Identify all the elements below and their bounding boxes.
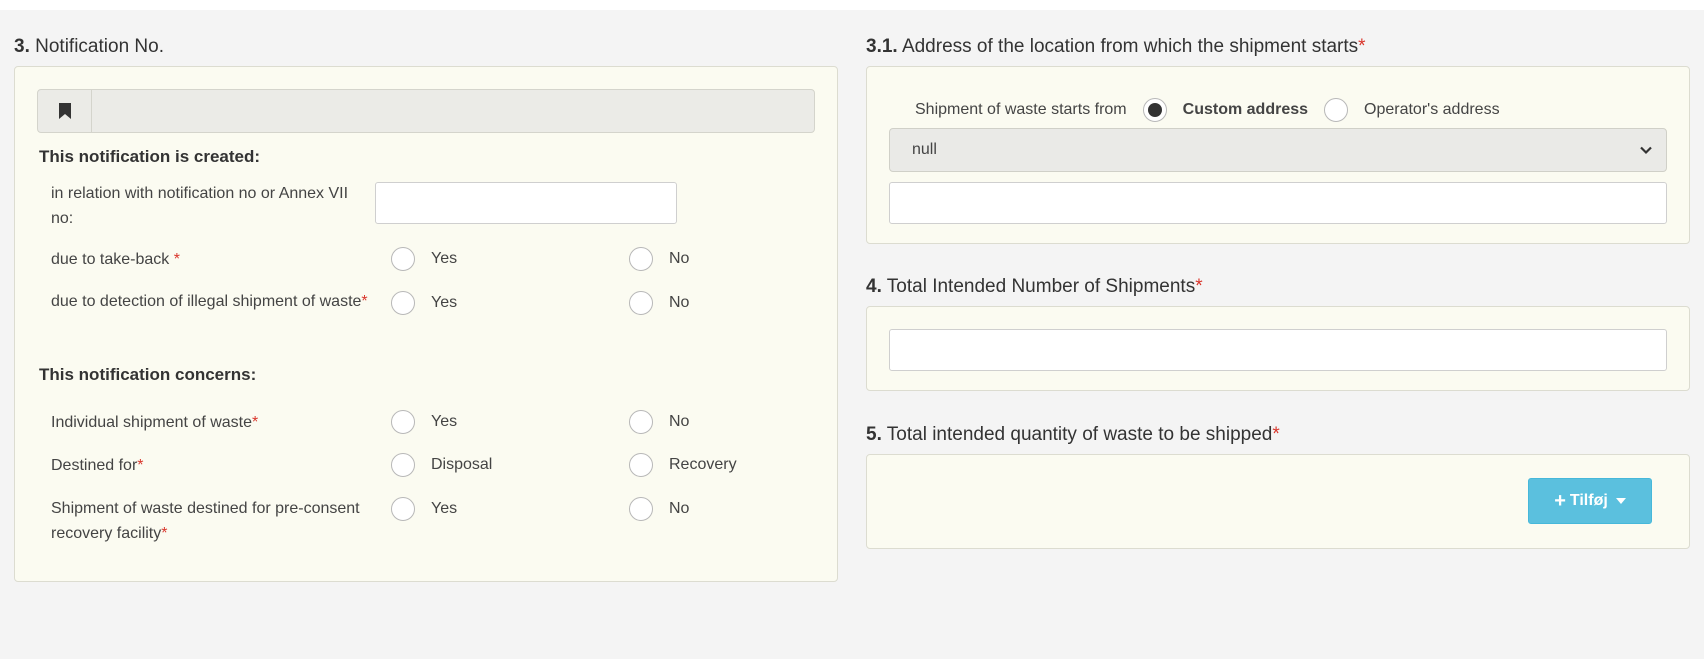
custom-address-radio[interactable] [1142, 98, 1167, 122]
top-strip [0, 0, 1704, 10]
takeback-label: due to take-back * [51, 247, 411, 272]
plus-icon: + [1554, 489, 1566, 512]
individual-yes-radio[interactable] [391, 410, 415, 434]
section-3-1-title: 3.1. Address of the location from which … [866, 36, 1366, 58]
related-notification-label: in relation with notification no or Anne… [51, 181, 371, 231]
takeback-no-radio[interactable] [629, 247, 653, 271]
destined-recovery-option[interactable]: Recovery [629, 453, 737, 477]
address-input[interactable] [889, 182, 1667, 224]
add-quantity-button[interactable]: + Tilføj [1528, 478, 1652, 524]
destined-disposal-option[interactable]: Disposal [391, 453, 492, 477]
starts-from-row: Shipment of waste starts from Custom add… [915, 98, 1500, 122]
illegal-no-label: No [669, 294, 690, 311]
section-4-title: 4. Total Intended Number of Shipments* [866, 276, 1203, 298]
illegal-shipment-label: due to detection of illegal shipment of … [51, 289, 371, 314]
destined-for-label-text: Destined for [51, 457, 138, 474]
required-mark: * [173, 251, 180, 268]
takeback-yes-radio[interactable] [391, 247, 415, 271]
preconsent-no-option[interactable]: No [629, 497, 689, 521]
operator-address-label[interactable]: Operator's address [1364, 101, 1500, 119]
starts-from-label: Shipment of waste starts from [915, 101, 1127, 118]
chevron-down-icon [1640, 146, 1652, 155]
shipments-count-panel [866, 306, 1690, 391]
section-title-text: Total intended quantity of waste to be s… [886, 424, 1273, 445]
shipments-count-input[interactable] [889, 329, 1667, 371]
illegal-no-radio[interactable] [629, 291, 653, 315]
waste-quantity-panel: + Tilføj [866, 454, 1690, 549]
section-3-title: 3. Notification No. [14, 36, 164, 58]
takeback-no-label: No [669, 250, 690, 267]
notification-number-field[interactable] [37, 89, 815, 133]
section-number: 3. [14, 36, 30, 57]
section-title-text: Total Intended Number of Shipments [886, 276, 1196, 297]
preconsent-yes-label: Yes [431, 500, 458, 517]
individual-no-label: No [669, 413, 690, 430]
section-5-title: 5. Total intended quantity of waste to b… [866, 424, 1280, 446]
required-mark: * [1358, 36, 1366, 57]
required-mark: * [361, 293, 368, 310]
individual-yes-label: Yes [431, 413, 458, 430]
address-select[interactable]: null [889, 128, 1667, 172]
destined-disposal-label: Disposal [431, 456, 493, 473]
section-title-text: Notification No. [35, 36, 164, 57]
individual-no-option[interactable]: No [629, 410, 689, 434]
takeback-label-text: due to take-back [51, 251, 170, 268]
related-notification-input[interactable] [375, 182, 677, 224]
destined-for-label: Destined for* [51, 453, 411, 478]
notification-panel: This notification is created: in relatio… [14, 66, 838, 582]
address-select-value: null [912, 141, 937, 158]
destined-recovery-label: Recovery [669, 456, 737, 473]
created-heading: This notification is created: [39, 147, 261, 166]
bookmark-addon [38, 90, 92, 132]
takeback-yes-label: Yes [431, 250, 458, 267]
section-number: 3.1. [866, 36, 898, 57]
required-mark: * [1195, 276, 1203, 297]
individual-shipment-label-text: Individual shipment of waste [51, 414, 252, 431]
concerns-heading: This notification concerns: [39, 365, 257, 384]
preconsent-no-label: No [669, 500, 690, 517]
section-number: 5. [866, 424, 882, 445]
required-mark: * [161, 525, 168, 542]
takeback-no-option[interactable]: No [629, 247, 689, 271]
illegal-yes-option[interactable]: Yes [391, 291, 457, 315]
section-number: 4. [866, 276, 882, 297]
operator-address-radio[interactable] [1324, 98, 1349, 122]
illegal-no-option[interactable]: No [629, 291, 689, 315]
bookmark-icon [58, 103, 71, 119]
required-mark: * [1272, 424, 1280, 445]
illegal-shipment-label-text: due to detection of illegal shipment of … [51, 293, 362, 310]
required-mark: * [252, 414, 259, 431]
illegal-yes-label: Yes [431, 294, 458, 311]
preconsent-yes-radio[interactable] [391, 497, 415, 521]
individual-yes-option[interactable]: Yes [391, 410, 457, 434]
custom-address-label[interactable]: Custom address [1183, 101, 1308, 119]
required-mark: * [137, 457, 144, 474]
section-title-text: Address of the location from which the s… [901, 36, 1359, 57]
individual-no-radio[interactable] [629, 410, 653, 434]
takeback-yes-option[interactable]: Yes [391, 247, 457, 271]
preconsent-no-radio[interactable] [629, 497, 653, 521]
preconsent-label: Shipment of waste destined for pre-conse… [51, 496, 401, 546]
destined-disposal-radio[interactable] [391, 453, 415, 477]
preconsent-label-text: Shipment of waste destined for pre-conse… [51, 500, 360, 542]
illegal-yes-radio[interactable] [391, 291, 415, 315]
destined-recovery-radio[interactable] [629, 453, 653, 477]
related-notification-label-text: in relation with notification no or Anne… [51, 185, 349, 227]
individual-shipment-label: Individual shipment of waste* [51, 410, 411, 435]
caret-down-icon [1615, 498, 1626, 504]
start-address-panel: Shipment of waste starts from Custom add… [866, 66, 1690, 244]
add-button-label: Tilføj [1569, 492, 1608, 509]
preconsent-yes-option[interactable]: Yes [391, 497, 457, 521]
